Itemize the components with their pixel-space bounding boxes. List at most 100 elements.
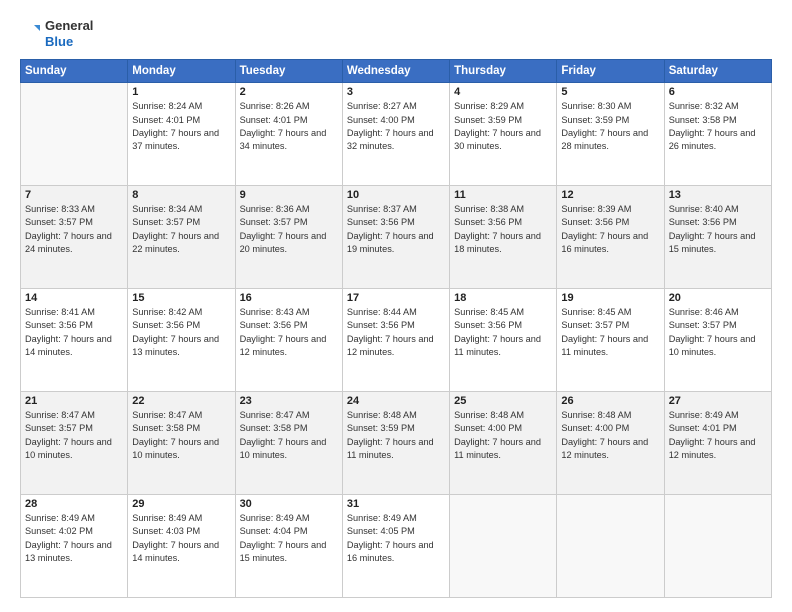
calendar-day-cell: 18 Sunrise: 8:45 AMSunset: 3:56 PMDayligh… xyxy=(450,289,557,392)
day-info: Sunrise: 8:26 AMSunset: 4:01 PMDaylight:… xyxy=(240,100,338,153)
day-info: Sunrise: 8:27 AMSunset: 4:00 PMDaylight:… xyxy=(347,100,445,153)
calendar-day-cell: 5 Sunrise: 8:30 AMSunset: 3:59 PMDaylight… xyxy=(557,83,664,186)
day-number: 13 xyxy=(669,189,767,201)
calendar-day-cell: 11 Sunrise: 8:38 AMSunset: 3:56 PMDayligh… xyxy=(450,186,557,289)
day-info: Sunrise: 8:47 AMSunset: 3:58 PMDaylight:… xyxy=(132,409,230,462)
day-number: 3 xyxy=(347,86,445,98)
day-info: Sunrise: 8:29 AMSunset: 3:59 PMDaylight:… xyxy=(454,100,552,153)
day-info: Sunrise: 8:36 AMSunset: 3:57 PMDaylight:… xyxy=(240,203,338,256)
calendar-day-cell: 10Sunrise: 8:37 AMSunset: 3:56 PMDayligh… xyxy=(342,186,449,289)
day-info: Sunrise: 8:49 AMSunset: 4:05 PMDaylight:… xyxy=(347,512,445,565)
day-number: 5 xyxy=(561,86,659,98)
day-info: Sunrise: 8:45 AMSunset: 3:56 PMDaylight:… xyxy=(454,306,552,359)
weekday-header: Saturday xyxy=(664,60,771,83)
header: General Blue xyxy=(20,18,772,49)
calendar-week-row: 28Sunrise: 8:49 AMSunset: 4:02 PMDayligh… xyxy=(21,495,772,598)
day-info: Sunrise: 8:49 AMSunset: 4:01 PMDaylight:… xyxy=(669,409,767,462)
calendar-day-cell: 1 Sunrise: 8:24 AMSunset: 4:01 PMDaylight… xyxy=(128,83,235,186)
calendar-day-cell: 28Sunrise: 8:49 AMSunset: 4:02 PMDayligh… xyxy=(21,495,128,598)
day-number: 21 xyxy=(25,395,123,407)
calendar-day-cell: 7Sunrise: 8:33 AMSunset: 3:57 PMDaylight… xyxy=(21,186,128,289)
day-number: 19 xyxy=(561,292,659,304)
day-info: Sunrise: 8:37 AMSunset: 3:56 PMDaylight:… xyxy=(347,203,445,256)
day-info: Sunrise: 8:48 AMSunset: 4:00 PMDaylight:… xyxy=(561,409,659,462)
calendar-day-cell: 2 Sunrise: 8:26 AMSunset: 4:01 PMDaylight… xyxy=(235,83,342,186)
calendar-day-cell: 24 Sunrise: 8:48 AMSunset: 3:59 PMDayligh… xyxy=(342,392,449,495)
day-info: Sunrise: 8:47 AMSunset: 3:57 PMDaylight:… xyxy=(25,409,123,462)
calendar-day-cell: 23Sunrise: 8:47 AMSunset: 3:58 PMDayligh… xyxy=(235,392,342,495)
day-number: 7 xyxy=(25,189,123,201)
day-number: 15 xyxy=(132,292,230,304)
weekday-header: Sunday xyxy=(21,60,128,83)
day-info: Sunrise: 8:34 AMSunset: 3:57 PMDaylight:… xyxy=(132,203,230,256)
day-number: 18 xyxy=(454,292,552,304)
calendar-day-cell: 4 Sunrise: 8:29 AMSunset: 3:59 PMDaylight… xyxy=(450,83,557,186)
calendar-day-cell: 13 Sunrise: 8:40 AMSunset: 3:56 PMDayligh… xyxy=(664,186,771,289)
day-number: 29 xyxy=(132,498,230,510)
weekday-header: Friday xyxy=(557,60,664,83)
calendar-day-cell: 29 Sunrise: 8:49 AMSunset: 4:03 PMDayligh… xyxy=(128,495,235,598)
day-info: Sunrise: 8:40 AMSunset: 3:56 PMDaylight:… xyxy=(669,203,767,256)
day-number: 1 xyxy=(132,86,230,98)
day-info: Sunrise: 8:44 AMSunset: 3:56 PMDaylight:… xyxy=(347,306,445,359)
logo-text: General Blue xyxy=(45,18,93,49)
calendar-day-cell: 17 Sunrise: 8:44 AMSunset: 3:56 PMDayligh… xyxy=(342,289,449,392)
day-info: Sunrise: 8:45 AMSunset: 3:57 PMDaylight:… xyxy=(561,306,659,359)
logo-svg xyxy=(20,23,42,45)
day-number: 24 xyxy=(347,395,445,407)
day-number: 14 xyxy=(25,292,123,304)
day-number: 30 xyxy=(240,498,338,510)
calendar-day-cell: 14Sunrise: 8:41 AMSunset: 3:56 PMDayligh… xyxy=(21,289,128,392)
day-info: Sunrise: 8:32 AMSunset: 3:58 PMDaylight:… xyxy=(669,100,767,153)
calendar-day-cell: 20 Sunrise: 8:46 AMSunset: 3:57 PMDayligh… xyxy=(664,289,771,392)
logo-general: General xyxy=(45,18,93,34)
day-number: 20 xyxy=(669,292,767,304)
day-info: Sunrise: 8:30 AMSunset: 3:59 PMDaylight:… xyxy=(561,100,659,153)
day-info: Sunrise: 8:38 AMSunset: 3:56 PMDaylight:… xyxy=(454,203,552,256)
weekday-header: Wednesday xyxy=(342,60,449,83)
day-number: 9 xyxy=(240,189,338,201)
calendar-week-row: 1 Sunrise: 8:24 AMSunset: 4:01 PMDaylight… xyxy=(21,83,772,186)
calendar-day-cell: 31 Sunrise: 8:49 AMSunset: 4:05 PMDayligh… xyxy=(342,495,449,598)
day-number: 31 xyxy=(347,498,445,510)
calendar-day-cell: 27 Sunrise: 8:49 AMSunset: 4:01 PMDayligh… xyxy=(664,392,771,495)
day-number: 28 xyxy=(25,498,123,510)
calendar-day-cell: 6Sunrise: 8:32 AMSunset: 3:58 PMDaylight… xyxy=(664,83,771,186)
day-info: Sunrise: 8:24 AMSunset: 4:01 PMDaylight:… xyxy=(132,100,230,153)
day-number: 8 xyxy=(132,189,230,201)
calendar-day-cell: 16 Sunrise: 8:43 AMSunset: 3:56 PMDayligh… xyxy=(235,289,342,392)
day-number: 11 xyxy=(454,189,552,201)
calendar-day-cell: 15 Sunrise: 8:42 AMSunset: 3:56 PMDayligh… xyxy=(128,289,235,392)
calendar-day-cell: 22 Sunrise: 8:47 AMSunset: 3:58 PMDayligh… xyxy=(128,392,235,495)
calendar-day-cell: 19 Sunrise: 8:45 AMSunset: 3:57 PMDayligh… xyxy=(557,289,664,392)
calendar-day-cell: 25 Sunrise: 8:48 AMSunset: 4:00 PMDayligh… xyxy=(450,392,557,495)
day-number: 27 xyxy=(669,395,767,407)
calendar-header-row: SundayMondayTuesdayWednesdayThursdayFrid… xyxy=(21,60,772,83)
calendar-day-cell: 8 Sunrise: 8:34 AMSunset: 3:57 PMDaylight… xyxy=(128,186,235,289)
day-number: 16 xyxy=(240,292,338,304)
logo-blue: Blue xyxy=(45,34,93,50)
weekday-header: Thursday xyxy=(450,60,557,83)
page: General Blue SundayMondayTuesdayWednesda… xyxy=(0,0,792,612)
day-number: 2 xyxy=(240,86,338,98)
calendar-day-cell: 30 Sunrise: 8:49 AMSunset: 4:04 PMDayligh… xyxy=(235,495,342,598)
day-info: Sunrise: 8:48 AMSunset: 4:00 PMDaylight:… xyxy=(454,409,552,462)
day-info: Sunrise: 8:39 AMSunset: 3:56 PMDaylight:… xyxy=(561,203,659,256)
calendar-day-cell: 3 Sunrise: 8:27 AMSunset: 4:00 PMDaylight… xyxy=(342,83,449,186)
day-number: 25 xyxy=(454,395,552,407)
day-info: Sunrise: 8:43 AMSunset: 3:56 PMDaylight:… xyxy=(240,306,338,359)
day-number: 17 xyxy=(347,292,445,304)
day-number: 22 xyxy=(132,395,230,407)
calendar-day-cell: 12Sunrise: 8:39 AMSunset: 3:56 PMDayligh… xyxy=(557,186,664,289)
day-info: Sunrise: 8:42 AMSunset: 3:56 PMDaylight:… xyxy=(132,306,230,359)
day-info: Sunrise: 8:48 AMSunset: 3:59 PMDaylight:… xyxy=(347,409,445,462)
day-info: Sunrise: 8:49 AMSunset: 4:03 PMDaylight:… xyxy=(132,512,230,565)
calendar-week-row: 14Sunrise: 8:41 AMSunset: 3:56 PMDayligh… xyxy=(21,289,772,392)
calendar-week-row: 21 Sunrise: 8:47 AMSunset: 3:57 PMDayligh… xyxy=(21,392,772,495)
day-info: Sunrise: 8:49 AMSunset: 4:04 PMDaylight:… xyxy=(240,512,338,565)
day-info: Sunrise: 8:46 AMSunset: 3:57 PMDaylight:… xyxy=(669,306,767,359)
day-number: 4 xyxy=(454,86,552,98)
calendar-day-cell: 21 Sunrise: 8:47 AMSunset: 3:57 PMDayligh… xyxy=(21,392,128,495)
day-number: 23 xyxy=(240,395,338,407)
day-number: 26 xyxy=(561,395,659,407)
